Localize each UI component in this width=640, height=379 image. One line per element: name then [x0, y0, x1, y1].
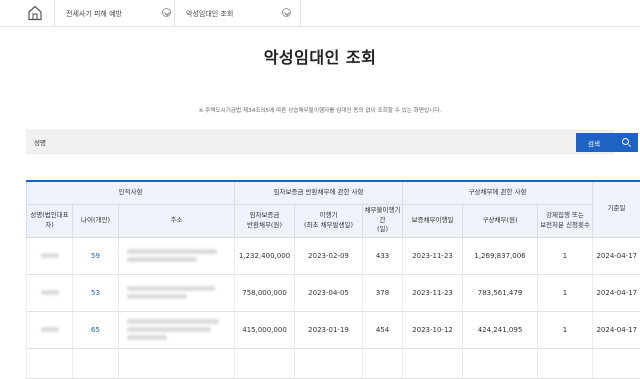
table-cell	[295, 348, 363, 378]
col-indemnity-debt: 구상채무(원)	[463, 204, 538, 237]
header-indemnity: 구상채무에 관한 사항	[403, 181, 593, 204]
home-icon[interactable]	[26, 4, 44, 22]
period-cell: 2023-01-19	[295, 311, 363, 348]
divider	[54, 0, 55, 27]
page-title: 악성임대인 조회	[0, 44, 640, 68]
deposit-debt-cell: 1,232,400,000	[235, 237, 295, 274]
table-cell	[27, 348, 73, 378]
search-button-label: 검색	[588, 140, 600, 148]
address-cell-redacted	[119, 311, 235, 348]
age-cell: 59	[73, 237, 119, 274]
search-bar: 성명 검색	[26, 130, 614, 154]
col-indemnity-date: 보증채무이행일	[403, 204, 463, 237]
indemnity-debt-cell: 1,269,837,006	[463, 237, 538, 274]
table-cell	[463, 348, 538, 378]
enforcement-cell: 1	[538, 311, 593, 348]
col-deposit-debt: 임차보증금 반환채무(원)	[235, 204, 295, 237]
col-enforcement: 강제집행 또는 보전처분 신청횟수	[538, 204, 593, 237]
name-cell-redacted	[27, 311, 73, 348]
divider	[174, 0, 175, 27]
deposit-debt-cell: 415,000,000	[235, 311, 295, 348]
base-date-cell: 2024-04-17	[593, 237, 640, 274]
period-cell: 2023-02-09	[295, 237, 363, 274]
indemnity-date-cell: 2023-11-23	[403, 274, 463, 311]
age-cell: 65	[73, 311, 119, 348]
breadcrumb-section-label: 전세사기 피해 예방	[66, 9, 122, 19]
notice-text: ※ 주택도시기금법 제34조의5에 따른 상습채무불이행자를 임대인 동의 없이…	[0, 106, 640, 114]
table-row[interactable]	[27, 348, 640, 378]
indemnity-debt-cell: 424,241,095	[463, 311, 538, 348]
table-cell	[73, 348, 119, 378]
table-row[interactable]: 65 415,000,000 2023-01-19 454 2023-10-12…	[27, 311, 640, 348]
breadcrumb-section[interactable]: 전세사기 피해 예방	[66, 0, 170, 27]
col-default-days: 채무불이행기간 (일)	[363, 204, 403, 237]
header-deposit: 임차보증금 반환채무에 관한 사항	[235, 181, 403, 204]
header-personal: 인적사항	[27, 181, 235, 204]
table-row[interactable]: 53 758,000,000 2023-04-05 378 2023-11-23…	[27, 274, 640, 311]
name-cell-redacted	[27, 237, 73, 274]
table-row[interactable]: 59 1,232,400,000 2023-02-09 433 2023-11-…	[27, 237, 640, 274]
table-cell	[119, 348, 235, 378]
col-period: 이행기 (최초 채무발생일)	[295, 204, 363, 237]
base-date-cell: 2024-04-17	[593, 311, 640, 348]
table-cell	[403, 348, 463, 378]
table-cell	[593, 348, 640, 378]
indemnity-date-cell: 2023-11-23	[403, 237, 463, 274]
period-cell: 2023-04-05	[295, 274, 363, 311]
table-header-group-row: 인적사항 임차보증금 반환채무에 관한 사항 구상채무에 관한 사항 기준일	[27, 181, 640, 204]
col-age: 나이(개인)	[73, 204, 119, 237]
search-input[interactable]	[106, 134, 571, 151]
address-cell-redacted	[119, 274, 235, 311]
table-cell	[363, 348, 403, 378]
results-table: 인적사항 임차보증금 반환채무에 관한 사항 구상채무에 관한 사항 기준일 성…	[26, 180, 640, 379]
col-name: 성명(법인대표자)	[27, 204, 73, 237]
base-date-cell: 2024-04-17	[593, 274, 640, 311]
table-cell	[538, 348, 593, 378]
search-button[interactable]: 검색	[576, 133, 638, 152]
divider	[300, 0, 301, 27]
breadcrumb-page[interactable]: 악성임대인 조회	[186, 0, 296, 27]
table-cell	[235, 348, 295, 378]
indemnity-date-cell: 2023-10-12	[403, 311, 463, 348]
enforcement-cell: 1	[538, 237, 593, 274]
col-address: 주소	[119, 204, 235, 237]
default-days-cell: 378	[363, 274, 403, 311]
top-navigation-bar: 전세사기 피해 예방 악성임대인 조회	[0, 0, 640, 27]
chevron-down-icon[interactable]	[162, 8, 171, 17]
name-cell-redacted	[27, 274, 73, 311]
age-cell: 53	[73, 274, 119, 311]
chevron-down-icon[interactable]	[282, 8, 291, 17]
search-icon	[622, 138, 629, 145]
default-days-cell: 433	[363, 237, 403, 274]
address-cell-redacted	[119, 237, 235, 274]
indemnity-debt-cell: 783,561,479	[463, 274, 538, 311]
default-days-cell: 454	[363, 311, 403, 348]
search-label: 성명	[34, 131, 46, 155]
breadcrumb-page-label: 악성임대인 조회	[186, 9, 233, 19]
header-base-date: 기준일	[593, 181, 640, 237]
enforcement-cell: 1	[538, 274, 593, 311]
deposit-debt-cell: 758,000,000	[235, 274, 295, 311]
table-header-row: 성명(법인대표자) 나이(개인) 주소 임차보증금 반환채무(원) 이행기 (최…	[27, 204, 640, 237]
